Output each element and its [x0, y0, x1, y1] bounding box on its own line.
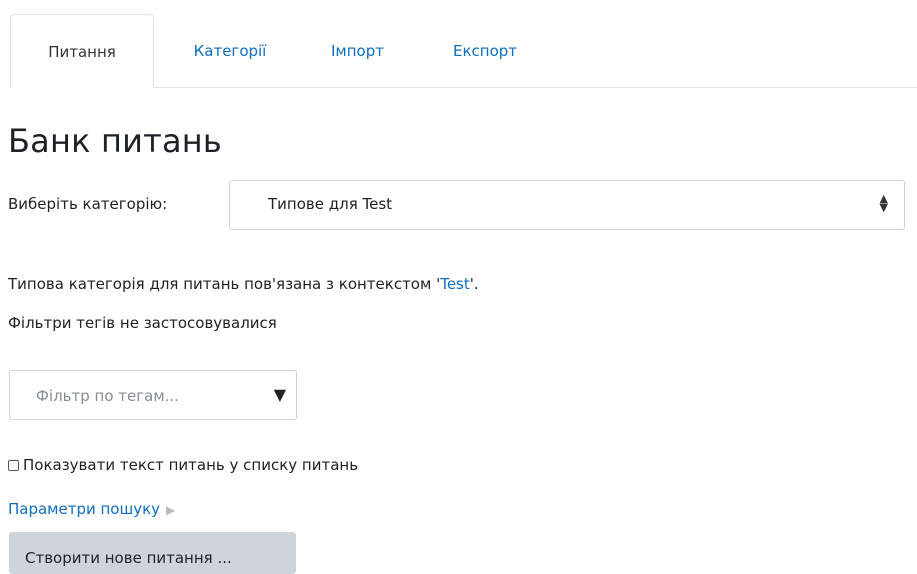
triangle-right-icon: ▶ — [166, 503, 176, 517]
tab-import[interactable]: Імпорт — [305, 14, 410, 88]
category-label: Виберіть категорію: — [8, 195, 168, 213]
tab-export[interactable]: Експорт — [425, 14, 545, 88]
create-question-button[interactable]: Створити нове питання ... — [9, 532, 296, 574]
tab-bar: Питання Категорії Імпорт Експорт — [10, 14, 917, 89]
search-options-label[interactable]: Параметри пошуку — [8, 500, 160, 518]
dropdown-triangle-icon[interactable]: ▼ — [274, 385, 286, 404]
context-link[interactable]: Test — [440, 275, 470, 293]
show-question-text-option: Показувати текст питань у списку питань — [8, 456, 358, 474]
category-info-end: '. — [469, 275, 479, 293]
category-select[interactable]: Типове для Test ▲ ▼ — [229, 180, 905, 230]
category-info: Типова категорія для питань пов'язана з … — [8, 275, 479, 293]
show-question-text-label[interactable]: Показувати текст питань у списку питань — [23, 456, 358, 474]
tab-questions[interactable]: Питання — [10, 14, 154, 89]
select-arrows-icon: ▲ ▼ — [879, 192, 888, 214]
show-question-text-checkbox[interactable] — [8, 459, 19, 471]
category-info-text: Типова категорія для питань пов'язана з … — [8, 275, 441, 293]
search-options-toggle[interactable]: Параметри пошуку ▶ — [8, 500, 175, 518]
tab-categories[interactable]: Категорії — [170, 14, 290, 88]
tag-filter-placeholder: Фільтр по тегам... — [36, 387, 179, 405]
tag-filter-input[interactable]: Фільтр по тегам... ▼ — [9, 370, 297, 420]
page-title: Банк питань — [8, 122, 222, 160]
tag-filter-status: Фільтри тегів не застосовувалися — [8, 314, 277, 332]
category-selected-value: Типове для Test — [268, 195, 393, 213]
